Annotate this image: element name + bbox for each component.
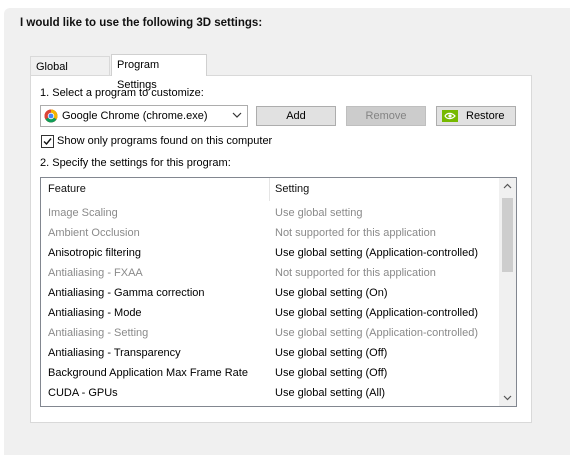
program-select-value: Google Chrome (chrome.exe) bbox=[62, 110, 208, 122]
row-setting[interactable]: Use global setting bbox=[275, 203, 362, 223]
table-row[interactable]: Antialiasing - Gamma correction Use globa… bbox=[41, 283, 499, 303]
row-feature: Background Application Max Frame Rate bbox=[48, 367, 248, 379]
row-feature: Antialiasing - Setting bbox=[48, 327, 149, 339]
table-row[interactable]: Antialiasing - Mode Use global setting (A… bbox=[41, 303, 499, 323]
program-select[interactable]: Google Chrome (chrome.exe) bbox=[40, 105, 248, 127]
table-row[interactable]: Image Scaling Use global setting bbox=[41, 203, 499, 223]
chrome-icon bbox=[44, 109, 58, 123]
tab-global-settings[interactable]: Global Settings bbox=[30, 56, 110, 93]
column-divider[interactable] bbox=[269, 178, 270, 201]
add-button[interactable]: Add bbox=[256, 106, 336, 126]
vertical-scrollbar[interactable] bbox=[499, 178, 516, 406]
row-feature: Ambient Occlusion bbox=[48, 227, 140, 239]
page-heading: I would like to use the following 3D set… bbox=[20, 17, 263, 29]
table-row[interactable]: Antialiasing - Transparency Use global se… bbox=[41, 343, 499, 363]
row-feature: Image Scaling bbox=[48, 207, 118, 219]
row-setting[interactable]: Use global setting (All) bbox=[275, 383, 385, 403]
row-setting[interactable]: Use global setting (On) bbox=[275, 283, 388, 303]
row-feature: Antialiasing - Gamma correction bbox=[48, 287, 205, 299]
table-row[interactable]: Background Application Max Frame Rate Use… bbox=[41, 363, 499, 383]
settings-list[interactable]: Feature Setting Image Scaling Use global … bbox=[40, 177, 517, 407]
row-feature: Antialiasing - Transparency bbox=[48, 347, 181, 359]
row-feature: Anisotropic filtering bbox=[48, 247, 141, 259]
table-row[interactable]: Antialiasing - Setting Use global setting… bbox=[41, 323, 499, 343]
row-setting[interactable]: Use global setting (Off) bbox=[275, 343, 387, 363]
nvidia-logo-icon bbox=[442, 110, 458, 122]
column-header-feature[interactable]: Feature bbox=[48, 178, 86, 201]
remove-button[interactable]: Remove bbox=[346, 106, 426, 126]
restore-button[interactable]: Restore bbox=[436, 106, 516, 126]
row-setting[interactable]: Not supported for this application bbox=[275, 263, 436, 283]
row-feature: Antialiasing - Mode bbox=[48, 307, 142, 319]
column-header-setting[interactable]: Setting bbox=[275, 178, 309, 201]
row-feature: CUDA - GPUs bbox=[48, 387, 118, 399]
row-setting[interactable]: Use global setting (Application-controll… bbox=[275, 303, 478, 323]
chevron-down-icon bbox=[232, 112, 242, 118]
scroll-up-icon[interactable] bbox=[503, 182, 512, 191]
scroll-down-icon[interactable] bbox=[503, 393, 512, 402]
table-row[interactable]: Anisotropic filtering Use global setting … bbox=[41, 243, 499, 263]
row-setting[interactable]: Use global setting (Application-controll… bbox=[275, 323, 478, 343]
checkmark-icon bbox=[43, 138, 52, 146]
table-row[interactable]: Ambient Occlusion Not supported for this … bbox=[41, 223, 499, 243]
scrollbar-thumb[interactable] bbox=[502, 198, 513, 272]
step2-label: 2. Specify the settings for this program… bbox=[40, 157, 231, 169]
show-only-found-checkbox[interactable] bbox=[41, 135, 54, 148]
table-row[interactable]: Antialiasing - FXAA Not supported for thi… bbox=[41, 263, 499, 283]
row-feature: Antialiasing - FXAA bbox=[48, 267, 143, 279]
table-row[interactable]: CUDA - GPUs Use global setting (All) bbox=[41, 383, 499, 403]
tab-program-settings[interactable]: Program Settings bbox=[111, 54, 207, 91]
row-setting[interactable]: Not supported for this application bbox=[275, 223, 436, 243]
restore-button-label: Restore bbox=[466, 110, 505, 122]
row-setting[interactable]: Use global setting (Off) bbox=[275, 363, 387, 383]
row-setting[interactable]: Use global setting (Application-controll… bbox=[275, 243, 478, 263]
show-only-found-label[interactable]: Show only programs found on this compute… bbox=[57, 135, 272, 147]
